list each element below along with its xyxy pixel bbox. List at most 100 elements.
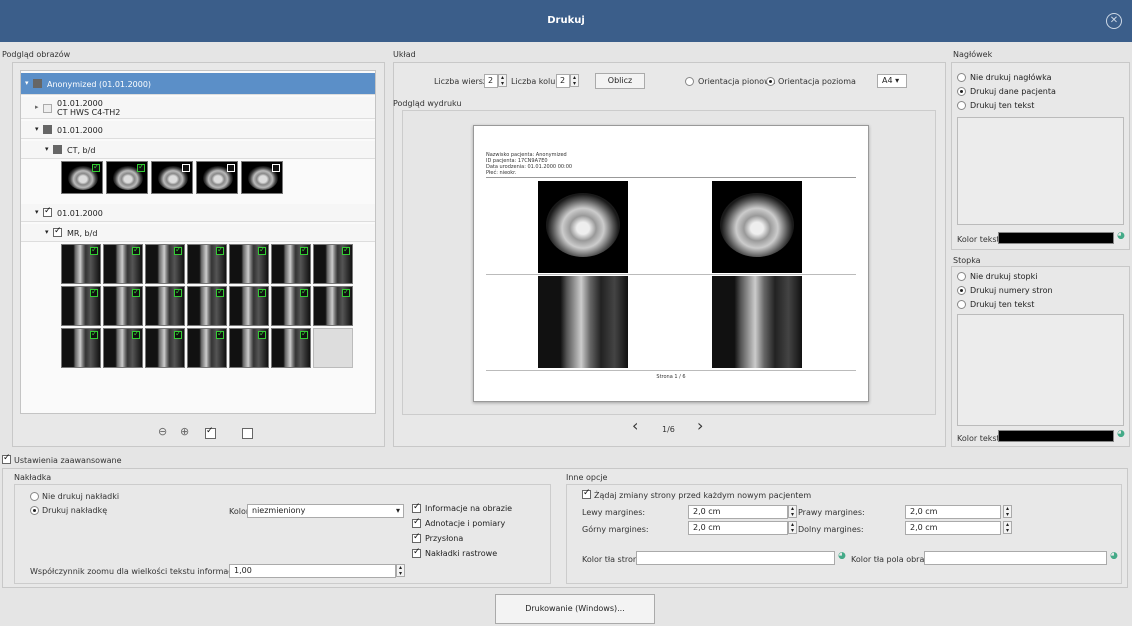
header-option[interactable]: Drukuj ten tekst [957,101,1127,115]
thumbnail-checkbox[interactable] [137,162,145,172]
overlay-check-option[interactable]: Adnotacje i pomiary [412,517,542,533]
thumbnail-checkbox[interactable] [258,287,266,297]
top-margin-spinner[interactable]: ▴ ▾ [788,521,797,534]
overlay-color-select[interactable]: niezmieniony ▾ [247,504,404,518]
ct-thumbnail[interactable] [106,161,148,194]
paper-size-select[interactable]: A4 ▾ [877,74,907,88]
header-radio[interactable] [957,101,966,110]
rows-input[interactable]: 2 [484,74,498,88]
thumbnail-checkbox[interactable] [174,329,182,339]
thumbnail-checkbox[interactable] [182,164,190,172]
expand-arrow-icon[interactable]: ▾ [45,145,49,153]
right-margin-input[interactable]: 2,0 cm [905,505,1001,519]
thumbnail-checkbox[interactable] [258,245,266,255]
thumbnail-checkbox[interactable] [216,329,224,339]
tree-study3-node[interactable]: ▾ 01.01.2000 [21,204,375,222]
zoom-in-icon[interactable]: ⊕ [180,425,189,438]
mr-thumbnail[interactable] [103,244,143,284]
image-tree[interactable]: ▾ Anonymized (01.01.2000) ▸ 01.01.2000 C… [20,70,376,414]
thumbnail-checkbox[interactable] [174,245,182,255]
color-picker-icon[interactable]: ◕ [1117,429,1125,439]
mr-thumbnail[interactable] [271,328,311,368]
color-picker-icon[interactable]: ◕ [1110,551,1118,561]
image-bg-color-swatch[interactable] [924,551,1107,565]
root-checkbox[interactable] [33,79,42,88]
thumbnail-checkbox[interactable] [90,329,98,339]
portrait-radio[interactable] [685,77,694,86]
thumbnail-checkbox[interactable] [132,329,140,339]
mr-thumbnail[interactable] [145,286,185,326]
next-page-icon[interactable]: › [697,416,703,435]
zoom-factor-input[interactable]: 1,00 [229,564,396,578]
footer-text-color-swatch[interactable] [998,430,1114,442]
advanced-settings-checkbox[interactable] [2,453,11,464]
tree-series-mr-node[interactable]: ▾ MR, b/d [21,224,375,242]
overlay-check-option[interactable]: Przysłona [412,532,542,548]
header-radio[interactable] [957,73,966,82]
mr-thumbnail[interactable] [61,328,101,368]
mr-thumbnail[interactable] [145,244,185,284]
left-margin-spinner[interactable]: ▴ ▾ [788,505,797,518]
thumbnail-checkbox[interactable] [272,164,280,172]
mr-thumbnail[interactable] [187,286,227,326]
ct-thumbnail[interactable] [61,161,103,194]
left-margin-input[interactable]: 2,0 cm [688,505,788,519]
thumbnail-checkbox[interactable] [300,245,308,255]
thumbnail-checkbox[interactable] [227,164,235,172]
rows-spinner[interactable]: ▴ ▾ [498,74,507,87]
header-text-area[interactable] [957,117,1124,225]
thumbnail-checkbox[interactable] [174,287,182,297]
compute-button[interactable]: Oblicz [595,73,645,89]
thumbnail-checkbox[interactable] [90,287,98,297]
series-mr-checkbox[interactable] [53,226,62,237]
prev-page-icon[interactable]: ‹ [632,416,638,435]
mr-thumbnail[interactable] [61,244,101,284]
tree-study1-node[interactable]: ▸ 01.01.2000 CT HWS C4-TH2 [21,97,375,119]
expand-arrow-icon[interactable]: ▾ [45,228,49,236]
mr-thumbnail[interactable] [187,244,227,284]
right-margin-spinner[interactable]: ▴ ▾ [1003,505,1012,518]
footer-radio[interactable] [957,286,966,295]
mr-thumbnail[interactable] [229,328,269,368]
ct-thumbnail[interactable] [196,161,238,194]
expand-arrow-icon[interactable]: ▾ [35,125,39,133]
page-change-checkbox[interactable] [582,488,591,499]
overlay-checkbox[interactable] [412,547,421,558]
top-margin-input[interactable]: 2,0 cm [688,521,788,535]
footer-radio[interactable] [957,300,966,309]
thumbnail-checkbox[interactable] [258,329,266,339]
mr-thumbnail[interactable] [271,286,311,326]
color-picker-icon[interactable]: ◕ [1117,231,1125,241]
mr-thumbnail[interactable] [313,286,353,326]
thumbnail-checkbox[interactable] [90,245,98,255]
zoom-out-icon[interactable]: ⊖ [158,425,167,438]
thumbnail-checkbox[interactable] [92,162,100,172]
thumbnail-checkbox[interactable] [132,287,140,297]
thumbnail-checkbox[interactable] [300,287,308,297]
header-radio[interactable] [957,87,966,96]
footer-option[interactable]: Nie drukuj stopki [957,272,1127,286]
mr-thumbnail[interactable] [229,244,269,284]
page-bg-color-swatch[interactable] [636,551,835,565]
mr-thumbnail[interactable] [103,286,143,326]
collapse-arrow-icon[interactable]: ▸ [35,103,39,111]
mr-thumbnail[interactable] [229,286,269,326]
cols-input[interactable]: 2 [556,74,570,88]
thumbnail-checkbox[interactable] [342,245,350,255]
thumbnail-checkbox[interactable] [342,287,350,297]
print-overlay-radio[interactable] [30,506,39,515]
tree-root-node[interactable]: ▾ Anonymized (01.01.2000) [21,73,375,95]
series-ct-checkbox[interactable] [53,145,62,154]
overlay-check-option[interactable]: Informacje na obrazie [412,502,542,518]
header-option[interactable]: Drukuj dane pacjenta [957,87,1127,101]
mr-thumbnail[interactable] [145,328,185,368]
overlay-checkbox[interactable] [412,517,421,528]
study1-checkbox[interactable] [43,104,52,113]
color-picker-icon[interactable]: ◕ [838,551,846,561]
overlay-checkbox[interactable] [412,532,421,543]
study3-checkbox[interactable] [43,206,52,217]
tree-series-ct-node[interactable]: ▾ CT, b/d [21,141,375,159]
landscape-radio[interactable] [766,77,775,86]
footer-text-area[interactable] [957,314,1124,426]
mr-thumbnail[interactable] [187,328,227,368]
